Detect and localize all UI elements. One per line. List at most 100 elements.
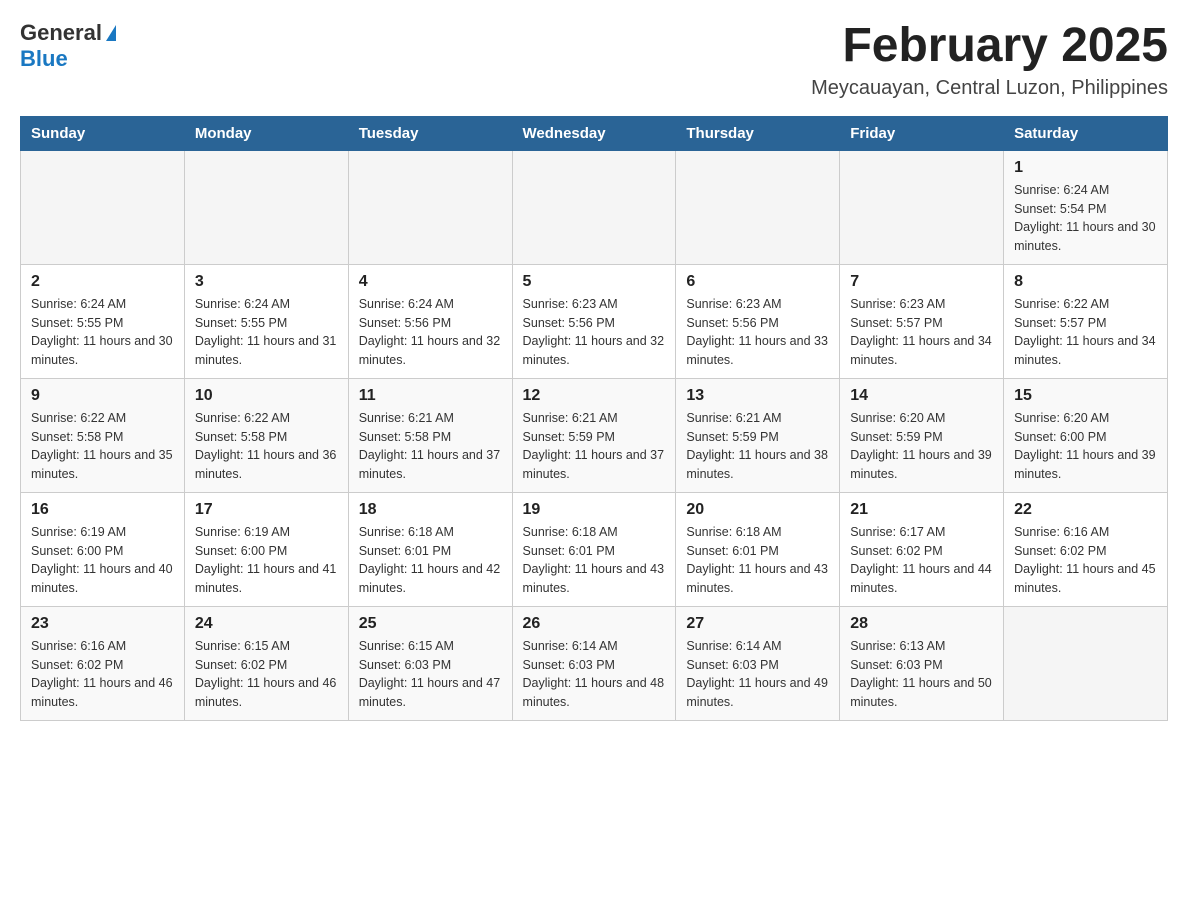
table-row: 8 Sunrise: 6:22 AMSunset: 5:57 PMDaylight… bbox=[1004, 264, 1168, 378]
day-sun-info: Sunrise: 6:20 AMSunset: 6:00 PMDaylight:… bbox=[1014, 409, 1157, 484]
table-row: 20 Sunrise: 6:18 AMSunset: 6:01 PMDayligh… bbox=[676, 492, 840, 606]
day-sun-info: Sunrise: 6:23 AMSunset: 5:56 PMDaylight:… bbox=[686, 295, 829, 370]
table-row bbox=[21, 150, 185, 264]
day-number: 15 bbox=[1014, 387, 1157, 405]
day-sun-info: Sunrise: 6:18 AMSunset: 6:01 PMDaylight:… bbox=[359, 523, 502, 598]
col-friday: Friday bbox=[840, 116, 1004, 150]
col-sunday: Sunday bbox=[21, 116, 185, 150]
day-sun-info: Sunrise: 6:23 AMSunset: 5:57 PMDaylight:… bbox=[850, 295, 993, 370]
day-number: 9 bbox=[31, 387, 174, 405]
table-row: 23Sunrise: 6:16 AMSunset: 6:02 PMDayligh… bbox=[21, 606, 185, 720]
logo-blue-text: Blue bbox=[20, 46, 68, 71]
table-row: 17Sunrise: 6:19 AMSunset: 6:00 PMDayligh… bbox=[184, 492, 348, 606]
table-row: 28 Sunrise: 6:13 AMSunset: 6:03 PMDayligh… bbox=[840, 606, 1004, 720]
day-sun-info: Sunrise: 6:24 AMSunset: 5:56 PMDaylight:… bbox=[359, 295, 502, 370]
table-row: 24 Sunrise: 6:15 AMSunset: 6:02 PMDayligh… bbox=[184, 606, 348, 720]
day-number: 13 bbox=[686, 387, 829, 405]
day-sun-info: Sunrise: 6:20 AMSunset: 5:59 PMDaylight:… bbox=[850, 409, 993, 484]
day-sun-info: Sunrise: 6:13 AMSunset: 6:03 PMDaylight:… bbox=[850, 637, 993, 712]
day-sun-info: Sunrise: 6:14 AMSunset: 6:03 PMDaylight:… bbox=[686, 637, 829, 712]
table-row: 1 Sunrise: 6:24 AMSunset: 5:54 PMDaylight… bbox=[1004, 150, 1168, 264]
table-row: 10 Sunrise: 6:22 AMSunset: 5:58 PMDayligh… bbox=[184, 378, 348, 492]
calendar-header-row: Sunday Monday Tuesday Wednesday Thursday… bbox=[21, 116, 1168, 150]
day-sun-info: Sunrise: 6:18 AMSunset: 6:01 PMDaylight:… bbox=[523, 523, 666, 598]
logo-text: General bbox=[20, 20, 116, 46]
day-number: 28 bbox=[850, 615, 993, 633]
day-sun-info: Sunrise: 6:22 AMSunset: 5:57 PMDaylight:… bbox=[1014, 295, 1157, 370]
day-number: 25 bbox=[359, 615, 502, 633]
day-number: 21 bbox=[850, 501, 993, 519]
table-row: 19Sunrise: 6:18 AMSunset: 6:01 PMDayligh… bbox=[512, 492, 676, 606]
day-sun-info: Sunrise: 6:15 AMSunset: 6:02 PMDaylight:… bbox=[195, 637, 338, 712]
logo-general-text: General bbox=[20, 20, 102, 46]
table-row: 12 Sunrise: 6:21 AMSunset: 5:59 PMDayligh… bbox=[512, 378, 676, 492]
day-number: 4 bbox=[359, 273, 502, 291]
day-number: 14 bbox=[850, 387, 993, 405]
table-row: 26 Sunrise: 6:14 AMSunset: 6:03 PMDayligh… bbox=[512, 606, 676, 720]
day-sun-info: Sunrise: 6:22 AMSunset: 5:58 PMDaylight:… bbox=[195, 409, 338, 484]
table-row: 7Sunrise: 6:23 AMSunset: 5:57 PMDaylight… bbox=[840, 264, 1004, 378]
day-number: 1 bbox=[1014, 159, 1157, 177]
day-number: 22 bbox=[1014, 501, 1157, 519]
day-sun-info: Sunrise: 6:17 AMSunset: 6:02 PMDaylight:… bbox=[850, 523, 993, 598]
logo-triangle-icon bbox=[106, 25, 116, 41]
table-row: 4 Sunrise: 6:24 AMSunset: 5:56 PMDaylight… bbox=[348, 264, 512, 378]
col-tuesday: Tuesday bbox=[348, 116, 512, 150]
table-row: 5 Sunrise: 6:23 AMSunset: 5:56 PMDaylight… bbox=[512, 264, 676, 378]
table-row: 22 Sunrise: 6:16 AMSunset: 6:02 PMDayligh… bbox=[1004, 492, 1168, 606]
day-sun-info: Sunrise: 6:16 AMSunset: 6:02 PMDaylight:… bbox=[1014, 523, 1157, 598]
day-sun-info: Sunrise: 6:21 AMSunset: 5:58 PMDaylight:… bbox=[359, 409, 502, 484]
day-sun-info: Sunrise: 6:24 AMSunset: 5:54 PMDaylight:… bbox=[1014, 181, 1157, 256]
day-sun-info: Sunrise: 6:24 AMSunset: 5:55 PMDaylight:… bbox=[31, 295, 174, 370]
table-row bbox=[676, 150, 840, 264]
day-number: 26 bbox=[523, 615, 666, 633]
day-number: 18 bbox=[359, 501, 502, 519]
table-row bbox=[184, 150, 348, 264]
table-row bbox=[840, 150, 1004, 264]
table-row: 27Sunrise: 6:14 AMSunset: 6:03 PMDayligh… bbox=[676, 606, 840, 720]
day-number: 12 bbox=[523, 387, 666, 405]
logo: General Blue bbox=[20, 20, 116, 72]
calendar-table: Sunday Monday Tuesday Wednesday Thursday… bbox=[20, 116, 1168, 721]
table-row: 21 Sunrise: 6:17 AMSunset: 6:02 PMDayligh… bbox=[840, 492, 1004, 606]
table-row: 9 Sunrise: 6:22 AMSunset: 5:58 PMDaylight… bbox=[21, 378, 185, 492]
location-subtitle: Meycauayan, Central Luzon, Philippines bbox=[811, 77, 1168, 100]
day-number: 8 bbox=[1014, 273, 1157, 291]
table-row: 16Sunrise: 6:19 AMSunset: 6:00 PMDayligh… bbox=[21, 492, 185, 606]
month-year-title: February 2025 bbox=[811, 20, 1168, 73]
page-header: General Blue February 2025 Meycauayan, C… bbox=[20, 20, 1168, 100]
day-number: 24 bbox=[195, 615, 338, 633]
col-wednesday: Wednesday bbox=[512, 116, 676, 150]
calendar-week-row: 23Sunrise: 6:16 AMSunset: 6:02 PMDayligh… bbox=[21, 606, 1168, 720]
table-row: 2 Sunrise: 6:24 AMSunset: 5:55 PMDaylight… bbox=[21, 264, 185, 378]
day-number: 10 bbox=[195, 387, 338, 405]
day-number: 5 bbox=[523, 273, 666, 291]
day-sun-info: Sunrise: 6:22 AMSunset: 5:58 PMDaylight:… bbox=[31, 409, 174, 484]
table-row: 15 Sunrise: 6:20 AMSunset: 6:00 PMDayligh… bbox=[1004, 378, 1168, 492]
day-sun-info: Sunrise: 6:15 AMSunset: 6:03 PMDaylight:… bbox=[359, 637, 502, 712]
col-thursday: Thursday bbox=[676, 116, 840, 150]
day-number: 3 bbox=[195, 273, 338, 291]
table-row: 14 Sunrise: 6:20 AMSunset: 5:59 PMDayligh… bbox=[840, 378, 1004, 492]
table-row: 13 Sunrise: 6:21 AMSunset: 5:59 PMDayligh… bbox=[676, 378, 840, 492]
table-row: 18 Sunrise: 6:18 AMSunset: 6:01 PMDayligh… bbox=[348, 492, 512, 606]
day-sun-info: Sunrise: 6:21 AMSunset: 5:59 PMDaylight:… bbox=[686, 409, 829, 484]
col-saturday: Saturday bbox=[1004, 116, 1168, 150]
calendar-week-row: 1 Sunrise: 6:24 AMSunset: 5:54 PMDaylight… bbox=[21, 150, 1168, 264]
table-row: 25 Sunrise: 6:15 AMSunset: 6:03 PMDayligh… bbox=[348, 606, 512, 720]
day-number: 20 bbox=[686, 501, 829, 519]
day-number: 23 bbox=[31, 615, 174, 633]
day-sun-info: Sunrise: 6:21 AMSunset: 5:59 PMDaylight:… bbox=[523, 409, 666, 484]
day-number: 17 bbox=[195, 501, 338, 519]
col-monday: Monday bbox=[184, 116, 348, 150]
title-block: February 2025 Meycauayan, Central Luzon,… bbox=[811, 20, 1168, 100]
day-sun-info: Sunrise: 6:23 AMSunset: 5:56 PMDaylight:… bbox=[523, 295, 666, 370]
day-number: 2 bbox=[31, 273, 174, 291]
day-number: 11 bbox=[359, 387, 502, 405]
table-row bbox=[512, 150, 676, 264]
table-row: 6 Sunrise: 6:23 AMSunset: 5:56 PMDaylight… bbox=[676, 264, 840, 378]
day-sun-info: Sunrise: 6:18 AMSunset: 6:01 PMDaylight:… bbox=[686, 523, 829, 598]
table-row bbox=[1004, 606, 1168, 720]
day-sun-info: Sunrise: 6:14 AMSunset: 6:03 PMDaylight:… bbox=[523, 637, 666, 712]
day-number: 6 bbox=[686, 273, 829, 291]
